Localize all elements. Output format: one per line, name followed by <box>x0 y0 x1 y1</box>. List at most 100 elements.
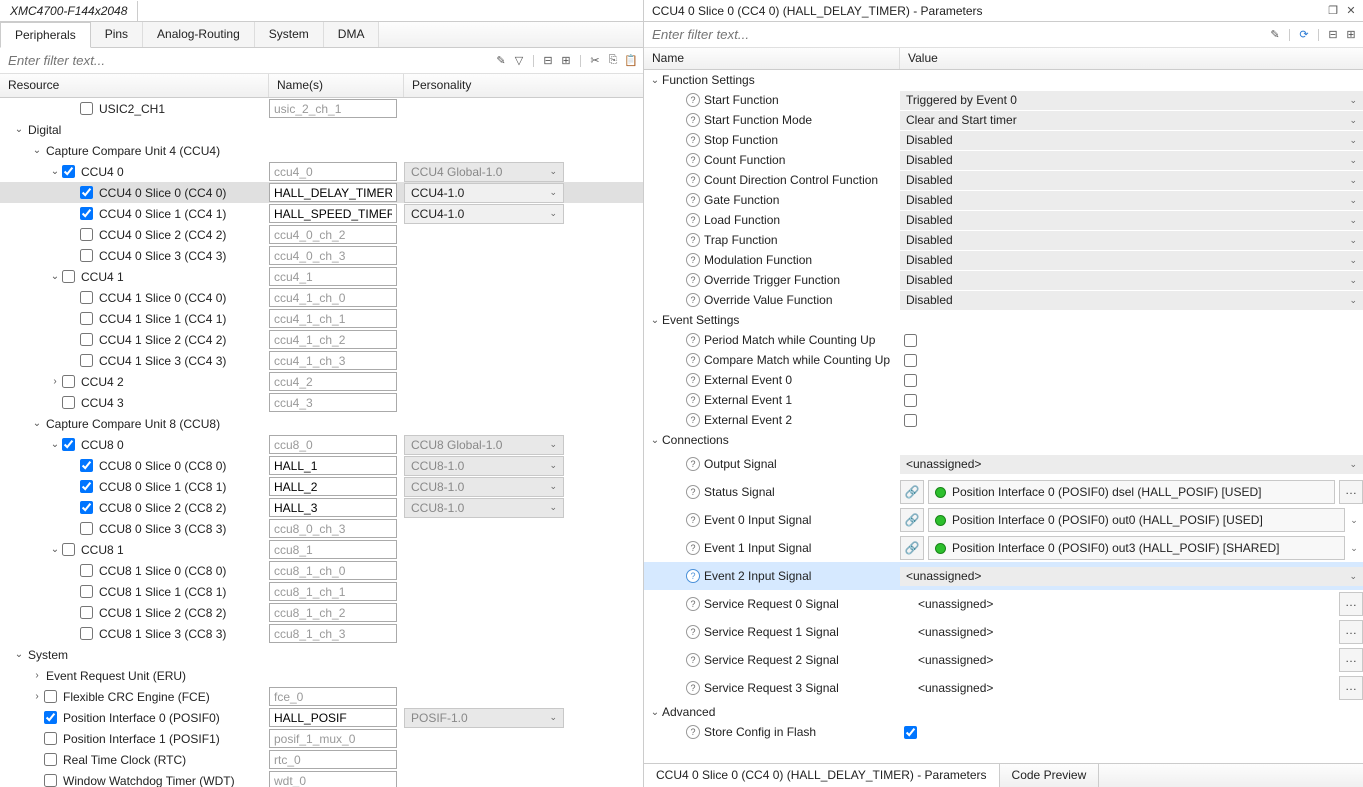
ellipsis-button[interactable]: … <box>1339 676 1363 700</box>
resource-checkbox[interactable] <box>80 585 93 598</box>
twisty-icon[interactable]: ⌄ <box>12 649 26 660</box>
prop-row[interactable]: ?Count Direction Control FunctionDisable… <box>644 170 1363 190</box>
signal-field[interactable]: <unassigned> <box>900 592 1335 616</box>
value-checkbox[interactable] <box>904 354 917 367</box>
tree-row[interactable]: ›CCU4 0 Slice 1 (CC4 1)CCU4-1.0⌄ <box>0 203 643 224</box>
twisty-icon[interactable]: › <box>48 376 62 387</box>
tree-row[interactable]: ⌄System <box>0 644 643 665</box>
prop-row[interactable]: ?Service Request 3 Signal<unassigned>… <box>644 674 1363 702</box>
prop-row[interactable]: ?Count FunctionDisabled⌄ <box>644 150 1363 170</box>
personality-dropdown[interactable]: CCU4-1.0⌄ <box>404 204 564 224</box>
ellipsis-button[interactable]: … <box>1339 648 1363 672</box>
tree-row[interactable]: ›CCU8 0 Slice 0 (CC8 0)CCU8-1.0⌄ <box>0 455 643 476</box>
ellipsis-button[interactable]: … <box>1339 480 1363 504</box>
resource-checkbox[interactable] <box>62 396 75 409</box>
resource-checkbox[interactable] <box>80 564 93 577</box>
tree-row[interactable]: ›CCU4 1 Slice 2 (CC4 2) <box>0 329 643 350</box>
resource-checkbox[interactable] <box>80 606 93 619</box>
value-checkbox[interactable] <box>904 334 917 347</box>
cut-icon[interactable]: ✂ <box>587 53 603 69</box>
help-icon[interactable]: ? <box>686 213 700 227</box>
name-field[interactable] <box>269 729 397 748</box>
prop-row[interactable]: ?External Event 2 <box>644 410 1363 430</box>
signal-field[interactable]: Position Interface 0 (POSIF0) dsel (HALL… <box>928 480 1335 504</box>
name-field[interactable] <box>269 246 397 265</box>
name-field[interactable] <box>269 561 397 580</box>
col-names-header[interactable]: Name(s) <box>269 74 404 97</box>
collapse-all-icon[interactable]: ⊟ <box>540 53 556 69</box>
resource-checkbox[interactable] <box>80 480 93 493</box>
name-field[interactable] <box>269 288 397 307</box>
paste-icon[interactable]: 📋 <box>623 53 639 69</box>
signal-field[interactable]: <unassigned> <box>900 620 1335 644</box>
prop-row[interactable]: ?External Event 0 <box>644 370 1363 390</box>
name-field[interactable] <box>269 225 397 244</box>
resource-checkbox[interactable] <box>62 270 75 283</box>
name-field[interactable] <box>269 687 397 706</box>
name-field[interactable] <box>269 99 397 118</box>
resource-checkbox[interactable] <box>80 501 93 514</box>
help-icon[interactable]: ? <box>686 253 700 267</box>
prop-row[interactable]: ?Service Request 0 Signal<unassigned>… <box>644 590 1363 618</box>
tree-row[interactable]: ›USIC2_CH1 <box>0 98 643 119</box>
tree-row[interactable]: ›Position Interface 1 (POSIF1) <box>0 728 643 749</box>
expand-all-icon-r[interactable]: ⊞ <box>1343 27 1359 43</box>
name-field[interactable] <box>269 456 397 475</box>
tree-row[interactable]: ›Real Time Clock (RTC) <box>0 749 643 770</box>
tree-row[interactable]: ›CCU4 1 Slice 0 (CC4 0) <box>0 287 643 308</box>
prop-row[interactable]: ?Event 1 Input Signal🔗Position Interface… <box>644 534 1363 562</box>
tree-row[interactable]: ›CCU8 1 Slice 1 (CC8 1) <box>0 581 643 602</box>
help-icon[interactable]: ? <box>686 333 700 347</box>
resource-checkbox[interactable] <box>80 228 93 241</box>
name-field[interactable] <box>269 540 397 559</box>
personality-dropdown[interactable]: CCU8-1.0⌄ <box>404 498 564 518</box>
device-tab[interactable]: XMC4700-F144x2048 <box>0 1 138 21</box>
help-icon[interactable]: ? <box>686 153 700 167</box>
help-icon[interactable]: ? <box>686 193 700 207</box>
prop-row[interactable]: ?Override Trigger FunctionDisabled⌄ <box>644 270 1363 290</box>
name-field[interactable] <box>269 372 397 391</box>
tree-row[interactable]: ›CCU4 0 Slice 2 (CC4 2) <box>0 224 643 245</box>
tree-row[interactable]: ›CCU4 0 Slice 3 (CC4 3) <box>0 245 643 266</box>
tree-row[interactable]: ›CCU8 0 Slice 3 (CC8 3) <box>0 518 643 539</box>
value-checkbox[interactable] <box>904 394 917 407</box>
help-icon[interactable]: ? <box>686 569 700 583</box>
bottom-tab[interactable]: Code Preview <box>1000 764 1100 787</box>
value-checkbox[interactable] <box>904 726 917 739</box>
name-field[interactable] <box>269 162 397 181</box>
prop-row[interactable]: ?External Event 1 <box>644 390 1363 410</box>
subtab-dma[interactable]: DMA <box>324 22 380 47</box>
twisty-icon[interactable]: ⌄ <box>48 439 62 450</box>
col-resource-header[interactable]: Resource <box>0 74 269 97</box>
help-icon[interactable]: ? <box>686 413 700 427</box>
value-dropdown[interactable]: Disabled⌄ <box>900 291 1363 310</box>
help-icon[interactable]: ? <box>686 393 700 407</box>
help-icon[interactable]: ? <box>686 113 700 127</box>
col-value-header[interactable]: Value <box>900 48 1363 69</box>
name-field[interactable] <box>269 435 397 454</box>
tree-row[interactable]: ⌄CCU4 1 <box>0 266 643 287</box>
tree-row[interactable]: ›CCU8 1 Slice 0 (CC8 0) <box>0 560 643 581</box>
link-icon[interactable]: 🔗 <box>900 508 924 532</box>
prop-row[interactable]: ?Trap FunctionDisabled⌄ <box>644 230 1363 250</box>
name-field[interactable] <box>269 330 397 349</box>
name-field[interactable] <box>269 351 397 370</box>
personality-dropdown[interactable]: CCU4-1.0⌄ <box>404 183 564 203</box>
ellipsis-button[interactable]: … <box>1339 592 1363 616</box>
left-filter-input[interactable] <box>4 50 493 71</box>
value-checkbox[interactable] <box>904 414 917 427</box>
prop-row[interactable]: ?Service Request 2 Signal<unassigned>… <box>644 646 1363 674</box>
value-dropdown[interactable]: Disabled⌄ <box>900 251 1363 270</box>
resource-checkbox[interactable] <box>80 186 93 199</box>
signal-field[interactable]: Position Interface 0 (POSIF0) out3 (HALL… <box>928 536 1345 560</box>
personality-dropdown[interactable]: CCU8-1.0⌄ <box>404 477 564 497</box>
resource-checkbox[interactable] <box>80 207 93 220</box>
resource-checkbox[interactable] <box>80 627 93 640</box>
subtab-system[interactable]: System <box>255 22 324 47</box>
name-field[interactable] <box>269 267 397 286</box>
expand-all-icon[interactable]: ⊞ <box>558 53 574 69</box>
link-icon[interactable]: 🔗 <box>900 480 924 504</box>
tree-row[interactable]: ›CCU4 3 <box>0 392 643 413</box>
signal-field[interactable]: Position Interface 0 (POSIF0) out0 (HALL… <box>928 508 1345 532</box>
prop-group[interactable]: ⌄Connections <box>644 430 1363 450</box>
